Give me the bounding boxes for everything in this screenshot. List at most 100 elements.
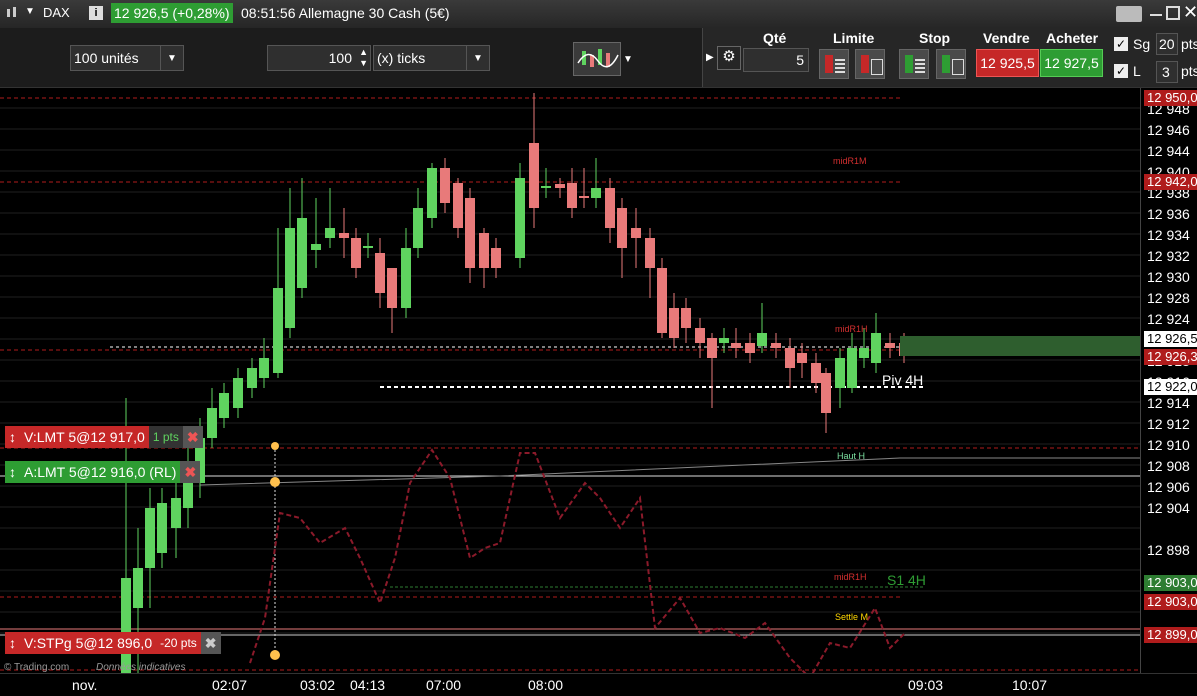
stop-edit-button[interactable] [936,49,966,79]
maximize-icon[interactable] [1166,6,1180,20]
candle-body [859,348,869,358]
sg-input[interactable]: 20 [1156,33,1178,55]
candle-body [413,208,423,248]
qty-input[interactable]: 5 [743,48,809,72]
chevron-down-icon[interactable]: ▼ [25,6,35,17]
candle-body [529,143,539,208]
close-icon[interactable]: ✕ [1183,2,1197,23]
candle-body [605,188,615,228]
l-input[interactable]: 3 [1156,61,1178,83]
close-icon[interactable]: ✖ [182,426,203,448]
order-icon [905,55,913,73]
price-tick-label: 12 924 [1147,311,1190,327]
buy-limit-order-tag[interactable]: ↕ A:LMT 5@12 916,0 (RL) ✖ [5,461,201,483]
chevron-right-icon[interactable]: ▶ [706,52,714,63]
sg-unit: pts [1181,36,1197,52]
stop-pts: -20 pts [156,632,201,654]
close-icon[interactable]: ✖ [200,632,221,654]
indicator-button[interactable] [573,42,621,76]
haut-h-label: Haut H [837,451,866,461]
ticks-dropdown[interactable]: (x) ticks ▼ [373,45,490,71]
l-checkbox[interactable]: ✓ [1114,64,1128,78]
price-marker-label: 12 903,0 [1144,575,1197,591]
candle-body [363,246,373,248]
chevron-down-icon: ▼ [160,46,183,70]
title-bar: ▼ DAX i 12 926,5 (+0,28%) 08:51:56 Allem… [0,0,1197,29]
candle-body [121,578,131,673]
minimize-icon[interactable] [1150,14,1162,16]
candle-body [847,348,857,388]
stop-buy-button[interactable] [899,49,929,79]
buy-price: 12 927,5 [1044,55,1099,71]
close-icon[interactable]: ✖ [180,461,201,483]
price-tick-label: 12 934 [1147,227,1190,243]
info-icon[interactable]: i [89,6,103,20]
units-dropdown[interactable]: 100 unités ▼ [70,45,184,71]
candle-body [617,208,627,248]
candle-body [479,233,489,268]
price-zone [900,336,1140,356]
candle-body [821,373,831,413]
qty-value: 5 [796,52,804,68]
sell-limit-order-tag[interactable]: ↕ V:LMT 5@12 917,0 1 pts ✖ [5,426,203,448]
units-label: 100 unités [74,50,139,66]
time-axis[interactable]: nov. 02:07 03:02 04:13 07:00 08:00 09:03 10:07 [0,673,1197,696]
candle-body [591,188,601,198]
sell-price: 12 925,5 [980,55,1035,71]
ticks-label: (x) ticks [377,50,426,66]
edit-icon [952,59,964,75]
candle-body [885,343,895,348]
piv4h-label: Piv 4H [882,372,924,388]
sg-checkbox[interactable]: ✓ [1114,37,1128,51]
sell-limit-order-label: V:LMT 5@12 917,0 [20,426,149,448]
sg-label: Sg [1133,36,1151,52]
chart-svg [0,93,1140,673]
chart-type-icon[interactable] [5,6,19,20]
candle-body [771,343,781,348]
price-tick-label: 12 944 [1147,143,1190,159]
sell-button[interactable]: 12 925,5 [976,49,1039,77]
symbol-label[interactable]: DAX [43,5,70,20]
time-tick-label: 07:00 [426,677,462,693]
candle-body [311,244,321,250]
chevron-down-icon[interactable]: ▼ [623,54,633,65]
price-tick-label: 12 932 [1147,248,1190,264]
candle-body [427,168,437,218]
limit-edit-button[interactable] [855,49,885,79]
drag-handle-icon[interactable]: ↕ [5,632,20,654]
candle-body [579,196,589,198]
candle-body [669,308,679,338]
sell-limit-pts: 1 pts [148,426,183,448]
sell-header: Vendre [983,30,1030,46]
order-panel: ▶ ⚙ Qté 5 Limite Stop Vendre Acheter 12 … [702,28,1197,87]
stepper-icon[interactable]: ▲ ▼ [359,47,368,69]
price-tick-label: 12 904 [1147,500,1190,516]
price-tick-label: 12 910 [1147,437,1190,453]
list-icon [915,59,925,73]
drag-handle-icon[interactable]: ↕ [5,461,20,483]
price-tick-label: 12 930 [1147,269,1190,285]
edit-icon [871,59,883,75]
candle-body [631,228,641,238]
drag-handle-icon[interactable]: ↕ [5,426,20,448]
buy-button[interactable]: 12 927,5 [1040,49,1103,77]
price-tick-label: 12 906 [1147,479,1190,495]
price-marker-label: 12 903,0 [1144,594,1197,610]
order-icon [825,55,833,73]
candle-body [657,268,667,333]
instrument-title: 08:51:56 Allemagne 30 Cash (5€) [241,5,450,21]
ticks-input[interactable]: 100 ▲ ▼ [267,45,371,71]
limit-sell-button[interactable] [819,49,849,79]
wrench-icon[interactable]: ⚙ [717,46,741,70]
price-axis[interactable]: 12 948 12 946 12 944 12 940 12 938 12 936 12 9… [1140,88,1197,673]
chevron-down-icon: ▼ [466,46,489,70]
l-value: 3 [1162,64,1170,80]
stop-header: Stop [919,30,951,46]
price-chart[interactable]: midR1M midR1H Piv 4H Haut H midR1H S1 4H… [0,88,1140,673]
s1-4h-label: S1 4H [887,572,926,588]
keyboard-icon[interactable] [1116,6,1142,22]
stop-order-tag[interactable]: ↕ V:STPg 5@12 896,0 -20 pts ✖ [5,632,221,654]
candle-body [285,228,295,328]
indicator-icon [577,49,619,68]
candle-body [731,343,741,348]
